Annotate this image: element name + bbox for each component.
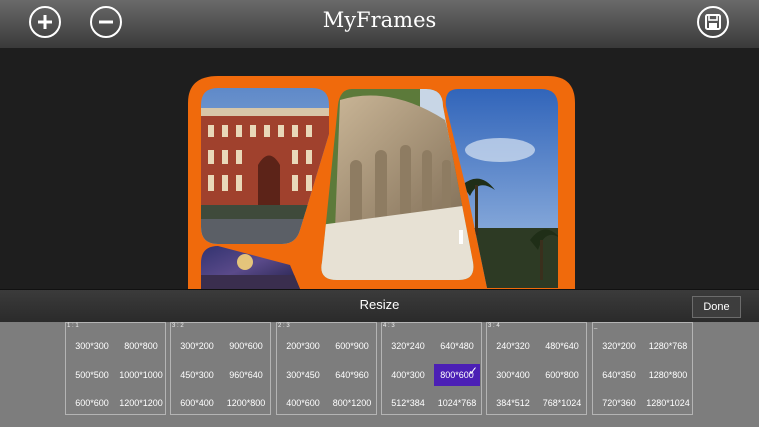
size-option[interactable]: 640*480 (434, 335, 480, 357)
size-option[interactable]: 200*300 (280, 335, 326, 357)
size-option[interactable]: 600*400 (174, 392, 220, 414)
size-option-label: 800*1200 (332, 398, 372, 408)
ratio-group-label: 4 : 3 (383, 323, 395, 329)
size-option[interactable]: 1280*1024 (645, 392, 691, 414)
size-option[interactable]: 400*600 (280, 392, 326, 414)
size-option-label: 320*200 (602, 341, 636, 351)
size-option[interactable]: 300*400 (490, 364, 536, 386)
size-option[interactable]: 960*640 (223, 364, 269, 386)
size-option-label: 1200*800 (226, 398, 266, 408)
size-option-label: 300*400 (496, 370, 530, 380)
size-option[interactable]: 800*800 (118, 335, 164, 357)
size-option-label: 600*600 (75, 398, 109, 408)
size-option[interactable]: 600*600 (69, 392, 115, 414)
ratio-group-label: 1 : 1 (67, 323, 79, 329)
collage-frame[interactable] (0, 48, 759, 289)
top-app-bar: MyFrames (0, 0, 759, 48)
size-option-label: 300*200 (180, 341, 214, 351)
save-button[interactable] (697, 6, 729, 38)
ratio-group: 1 : 1 300*300 800*800 500*500 1000*1000 600*6… (65, 322, 166, 415)
ratio-group: 4 : 3 320*240 640*480 400*300 800*600 ✓ 512*38… (381, 322, 482, 415)
size-option[interactable]: 600*900 (329, 335, 375, 357)
size-option[interactable]: 800*1200 (329, 392, 375, 414)
size-option-label: 1000*1000 (119, 370, 163, 380)
size-option-label: 300*450 (286, 370, 320, 380)
size-option-label: 480*640 (545, 341, 579, 351)
size-option-label: 400*600 (286, 398, 320, 408)
size-option-label: 300*300 (75, 341, 109, 351)
size-option-selected[interactable]: 800*600 ✓ (434, 364, 480, 386)
size-option-label: 500*500 (75, 370, 109, 380)
size-option-label: 240*320 (496, 341, 530, 351)
size-option[interactable]: 500*500 (69, 364, 115, 386)
checkmark-icon: ✓ (467, 364, 478, 378)
ratio-group-label: 2 : 3 (278, 323, 290, 329)
size-option-label: 640*350 (602, 370, 636, 380)
ratio-group: 3 : 4 240*320 480*640 300*400 600*800 384*512… (486, 322, 587, 415)
ratio-group-label: _ (594, 323, 598, 329)
size-option[interactable]: 640*350 (596, 364, 642, 386)
size-option[interactable]: 300*450 (280, 364, 326, 386)
size-option-label: 600*900 (335, 341, 369, 351)
size-option-label: 600*800 (545, 370, 579, 380)
size-option[interactable]: 1200*1200 (118, 392, 164, 414)
size-option-label: 720*360 (602, 398, 636, 408)
size-option-label: 400*300 (391, 370, 425, 380)
size-option[interactable]: 1280*800 (645, 364, 691, 386)
floppy-disk-icon (705, 14, 721, 30)
size-option-label: 768*1024 (542, 398, 582, 408)
size-option[interactable]: 480*640 (539, 335, 585, 357)
size-option-label: 640*960 (335, 370, 369, 380)
ratio-group-label: 3 : 2 (172, 323, 184, 329)
size-option[interactable]: 384*512 (490, 392, 536, 414)
size-option[interactable]: 300*200 (174, 335, 220, 357)
collage-canvas (0, 48, 759, 289)
size-option[interactable]: 320*240 (385, 335, 431, 357)
size-option-label: 1280*800 (648, 370, 688, 380)
resize-options-panel: 1 : 1 300*300 800*800 500*500 1000*1000 600*6… (0, 322, 759, 427)
resize-title: Resize (359, 297, 400, 312)
size-option-label: 900*600 (229, 341, 263, 351)
size-option-label: 1280*1024 (646, 398, 690, 408)
size-option-label: 384*512 (496, 398, 530, 408)
size-option[interactable]: 1200*800 (223, 392, 269, 414)
ratio-group: _ 320*200 1280*768 640*350 1280*800 720*360 12… (592, 322, 693, 415)
size-option[interactable]: 640*960 (329, 364, 375, 386)
size-option[interactable]: 1024*768 (434, 392, 480, 414)
size-option[interactable]: 512*384 (385, 392, 431, 414)
size-option-label: 800*800 (124, 341, 158, 351)
size-option[interactable]: 240*320 (490, 335, 536, 357)
size-option-label: 512*384 (391, 398, 425, 408)
size-option[interactable]: 400*300 (385, 364, 431, 386)
size-option[interactable]: 1280*768 (645, 335, 691, 357)
size-option-label: 600*400 (180, 398, 214, 408)
size-option[interactable]: 450*300 (174, 364, 220, 386)
size-option[interactable]: 1000*1000 (118, 364, 164, 386)
app-title: MyFrames (322, 8, 437, 32)
size-option-label: 450*300 (180, 370, 214, 380)
size-option-label: 1280*768 (648, 341, 688, 351)
size-option-label: 320*240 (391, 341, 425, 351)
size-option-label: 200*300 (286, 341, 320, 351)
ratio-group: 3 : 2 300*200 900*600 450*300 960*640 600*400… (170, 322, 271, 415)
size-option[interactable]: 720*360 (596, 392, 642, 414)
size-option-label: 1200*1200 (119, 398, 163, 408)
resize-bar: Resize Done (0, 289, 759, 323)
size-option[interactable]: 300*300 (69, 335, 115, 357)
size-option[interactable]: 900*600 (223, 335, 269, 357)
size-option[interactable]: 320*200 (596, 335, 642, 357)
size-option-label: 960*640 (229, 370, 263, 380)
size-option-label: 1024*768 (437, 398, 477, 408)
ratio-group: 2 : 3 200*300 600*900 300*450 640*960 400*600… (276, 322, 377, 415)
size-option-label: 640*480 (440, 341, 474, 351)
done-button[interactable]: Done (692, 296, 741, 318)
ratio-group-label: 3 : 4 (488, 323, 500, 329)
size-option[interactable]: 768*1024 (539, 392, 585, 414)
size-option[interactable]: 600*800 (539, 364, 585, 386)
